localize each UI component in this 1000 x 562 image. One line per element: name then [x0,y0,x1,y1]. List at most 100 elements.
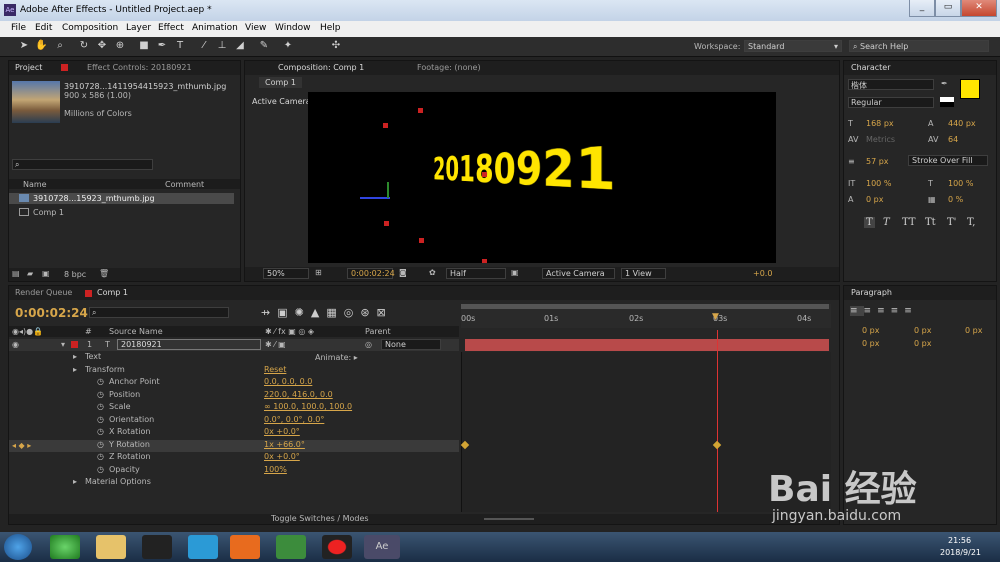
stroke-width-value[interactable]: 57 px [866,157,889,166]
brainstorm-icon[interactable]: ⊛ [360,306,376,319]
taskbar-qq-icon[interactable] [142,535,172,559]
workspace-select[interactable]: Standard ▾ [744,40,842,52]
menu-effect[interactable]: Effect [158,23,184,33]
property-value[interactable]: 0x +0.0° [264,452,300,461]
type-tool-icon[interactable]: T [174,40,186,52]
tracking-value[interactable]: 64 [948,135,958,144]
rotate-tool-icon[interactable]: ↻ [78,40,90,52]
property-row[interactable]: ▸ Material Options [9,477,459,489]
magnification-select[interactable]: 50% [263,268,309,279]
current-time-field[interactable]: 0:00:02:24 [347,268,395,279]
align-left-icon[interactable]: ≡ [850,306,864,316]
close-button[interactable]: ✕ [961,0,997,17]
motion-blur-icon[interactable]: ▦ [326,306,343,319]
stopwatch-icon[interactable]: ◷ [97,452,104,461]
layer-name[interactable]: 20180921 [117,339,261,350]
stroke-mode-select[interactable]: Stroke Over Fill [908,155,988,166]
bounding-handle[interactable] [482,259,487,263]
hand-tool-icon[interactable]: ✋ [35,40,47,52]
tab-render-queue[interactable]: Render Queue [15,288,72,297]
kerning-value[interactable]: Metrics [866,135,895,144]
layer-duration-bar[interactable] [465,339,829,351]
toggle-switches-button[interactable]: Toggle Switches / Modes [271,514,369,523]
align-center-icon[interactable]: ≡ [864,306,878,316]
menu-edit[interactable]: Edit [35,23,52,33]
comp-text-layer[interactable]: 20180921 [433,134,616,204]
snapshot-icon[interactable]: ◙ [399,268,407,277]
playhead-line[interactable] [717,330,718,512]
expand-twirl-icon[interactable]: ▸ [73,352,77,361]
tab-composition[interactable]: Composition: Comp 1 [278,63,364,72]
composition-mini-flowchart-icon[interactable]: ⇸ [261,306,277,319]
project-search-input[interactable]: ⌕ [12,159,153,170]
brush-tool-icon[interactable]: ⁄ [198,40,210,52]
menu-composition[interactable]: Composition [62,23,118,33]
property-value[interactable]: 220.0, 416.0, 0.0 [264,390,333,399]
comp-sub-tab[interactable]: Comp 1 [259,77,302,88]
draft-3d-icon[interactable]: ▣ [277,306,294,319]
leading-value[interactable]: 440 px [948,119,976,128]
bpc-label[interactable]: 8 bpc [64,270,86,279]
column-parent[interactable]: Parent [365,327,391,336]
bounding-handle[interactable] [418,108,423,113]
taskbar-after-effects-icon[interactable]: Ae [364,535,400,559]
font-style-select[interactable]: Regular [848,97,934,108]
align-right-icon[interactable]: ≡ [877,306,891,316]
menu-file[interactable]: File [11,23,26,33]
taskbar-firefox-icon[interactable] [230,535,260,559]
column-name[interactable]: Name [23,180,47,189]
stopwatch-icon[interactable]: ◷ [97,415,104,424]
tab-effect-controls[interactable]: Effect Controls: 20180921 [69,63,192,72]
menu-window[interactable]: Window [275,23,311,33]
property-row[interactable]: ◷ Anchor Point 0.0, 0.0, 0.0 [9,377,459,389]
layer-search-input[interactable]: ⌕ [89,307,229,318]
menu-animation[interactable]: Animation [192,23,238,33]
layer-label-color[interactable] [71,341,78,348]
indent-right-value[interactable]: 0 px [914,326,931,335]
property-row[interactable]: ▸ Transform Reset [9,365,459,377]
pen-tool-icon[interactable]: ✒ [156,40,168,52]
indent-left-value[interactable]: 0 px [862,326,879,335]
menu-view[interactable]: View [245,23,266,33]
minimize-button[interactable]: _ [909,0,935,17]
time-ruler[interactable]: 00s 01s 02s 03s 04s ▼ [461,304,831,328]
channel-icon[interactable]: ✿ [429,268,436,277]
roto-brush-tool-icon[interactable]: ✎ [258,40,270,52]
justify-all-icon[interactable]: ≡ [904,306,918,316]
tsume-value[interactable]: 0 % [948,195,963,204]
small-caps-button[interactable]: Tt [925,217,936,228]
tab-paragraph[interactable]: Paragraph [851,288,892,297]
menu-help[interactable]: Help [320,23,341,33]
baseline-shift-value[interactable]: 0 px [866,195,883,204]
tab-footage[interactable]: Footage: (none) [417,63,481,72]
maximize-button[interactable]: ▭ [935,0,961,17]
expand-twirl-icon[interactable]: ▸ [73,365,77,374]
property-value[interactable]: 100% [264,465,287,474]
taskbar-app-icon[interactable] [276,535,306,559]
stopwatch-icon[interactable]: ◷ [97,440,104,449]
interpret-footage-icon[interactable]: ▤ [12,269,20,278]
views-select[interactable]: 1 View [621,268,666,279]
graph-editor-icon[interactable]: ◎ [344,306,361,319]
timeline-timecode[interactable]: 0:00:02:24 [15,306,88,320]
property-row[interactable]: ▸ Text [9,352,459,364]
stopwatch-icon[interactable]: ◷ [97,390,104,399]
clone-stamp-tool-icon[interactable]: ⊥ [216,40,228,52]
pan-behind-tool-icon[interactable]: ⊕ [114,40,126,52]
pickwhip-icon[interactable]: ◎ [365,340,372,349]
expand-twirl-icon[interactable]: ▸ [73,477,77,486]
property-row[interactable]: ◷ Position 220.0, 416.0, 0.0 [9,390,459,402]
layer-switch-icons[interactable]: ✱ ⁄ ▣ [265,340,286,349]
font-family-select[interactable]: 楷体 [848,79,934,90]
justify-icon[interactable]: ≡ [891,306,905,316]
superscript-button[interactable]: T' [947,217,956,228]
puppet-tool-icon[interactable]: ✦ [282,40,294,52]
tab-character[interactable]: Character [851,63,891,72]
exposure-value[interactable]: +0.0 [753,269,772,278]
project-list-item[interactable]: 3910728...15923_mthumb.jpg [9,193,234,204]
expand-layer-icon[interactable]: ▾ [61,340,65,349]
vertical-scale-value[interactable]: 100 % [866,179,891,188]
taskbar-app-icon[interactable] [50,535,80,559]
tab-project[interactable]: Project [15,63,42,72]
eraser-tool-icon[interactable]: ◢ [234,40,246,52]
